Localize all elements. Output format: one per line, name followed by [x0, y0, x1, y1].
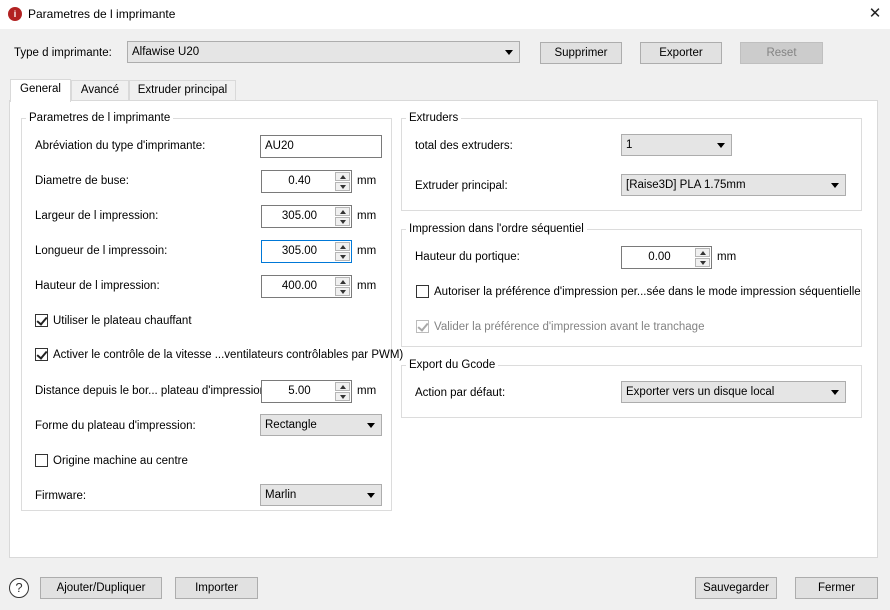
close-window-icon[interactable]: ✕ — [860, 2, 890, 26]
total-extruders-label: total des extruders: — [415, 140, 513, 152]
firmware-label: Firmware: — [35, 490, 87, 502]
fan-speed-checkbox[interactable] — [35, 348, 48, 361]
printer-params-title: Parametres de l imprimante — [26, 112, 174, 124]
export-button[interactable]: Exporter — [640, 42, 722, 64]
spin-down-icon[interactable] — [335, 392, 350, 401]
abbrev-label: Abréviation du type d'imprimante: — [35, 140, 206, 152]
extruders-group — [401, 118, 862, 211]
spin-down-icon[interactable] — [335, 217, 350, 226]
delete-button[interactable]: Supprimer — [540, 42, 622, 64]
spin-up-icon[interactable] — [335, 207, 350, 216]
nozzle-unit: mm — [357, 175, 377, 187]
main-extruder-select[interactable]: [Raise3D] PLA 1.75mm — [621, 174, 846, 196]
chevron-down-icon — [367, 493, 375, 498]
window-title: Parametres de l imprimante — [28, 7, 176, 21]
abbrev-input[interactable]: AU20 — [260, 135, 382, 158]
bed-shape-label: Forme du plateau d'impression: — [35, 420, 196, 432]
sequential-title: Impression dans l'ordre séquentiel — [406, 223, 587, 235]
width-value: 305.00 — [281, 210, 318, 222]
heated-bed-checkbox[interactable] — [35, 314, 48, 327]
spin-up-icon[interactable] — [335, 277, 350, 286]
chevron-down-icon — [717, 143, 725, 148]
chevron-down-icon — [367, 423, 375, 428]
printer-type-label: Type d imprimante: — [14, 47, 112, 59]
bed-shape-select[interactable]: Rectangle — [260, 414, 382, 436]
fan-speed-label: Activer le contrôle de la vitesse ...ven… — [53, 349, 404, 361]
validate-pref-checkbox[interactable] — [416, 320, 429, 333]
spin-down-icon[interactable] — [335, 252, 350, 261]
tab-main-extruder[interactable]: Extruder principal — [129, 80, 236, 100]
spin-up-icon[interactable] — [335, 172, 350, 181]
gantry-height-value: 0.00 — [648, 251, 671, 263]
origin-center-checkbox[interactable] — [35, 454, 48, 467]
edge-distance-unit: mm — [357, 385, 377, 397]
edge-distance-stepper[interactable]: 5.00 — [261, 380, 352, 403]
allow-pref-checkbox[interactable] — [416, 285, 429, 298]
allow-pref-label: Autoriser la préférence d'impression per… — [434, 286, 861, 298]
total-extruders-select[interactable]: 1 — [621, 134, 732, 156]
help-icon[interactable]: ? — [9, 578, 29, 598]
height-unit: mm — [357, 280, 377, 292]
width-unit: mm — [357, 210, 377, 222]
spin-down-icon[interactable] — [335, 182, 350, 191]
edge-distance-value: 5.00 — [288, 385, 311, 397]
import-button[interactable]: Importer — [175, 577, 258, 599]
printer-type-value: Alfawise U20 — [132, 46, 200, 58]
printer-type-select[interactable]: Alfawise U20 — [127, 41, 520, 63]
total-extruders-value: 1 — [626, 139, 633, 151]
spin-up-icon[interactable] — [335, 242, 350, 251]
chevron-down-icon — [505, 50, 513, 55]
width-label: Largeur de l impression: — [35, 210, 159, 222]
default-action-select[interactable]: Exporter vers un disque local — [621, 381, 846, 403]
chevron-down-icon — [831, 390, 839, 395]
default-action-value: Exporter vers un disque local — [626, 386, 775, 398]
firmware-value: Marlin — [265, 489, 297, 501]
validate-pref-label: Valider la préférence d'impression avant… — [434, 321, 705, 333]
extruders-title: Extruders — [406, 112, 462, 124]
gantry-height-label: Hauteur du portique: — [415, 251, 520, 263]
height-stepper[interactable]: 400.00 — [261, 275, 352, 298]
gantry-height-unit: mm — [717, 251, 737, 263]
edge-distance-label: Distance depuis le bor... plateau d'impr… — [35, 385, 270, 397]
save-button[interactable]: Sauvegarder — [695, 577, 777, 599]
main-extruder-value: [Raise3D] PLA 1.75mm — [626, 179, 746, 191]
default-action-label: Action par défaut: — [415, 387, 506, 399]
height-value: 400.00 — [281, 280, 318, 292]
reset-button[interactable]: Reset — [740, 42, 823, 64]
height-label: Hauteur de l impression: — [35, 280, 160, 292]
add-duplicate-button[interactable]: Ajouter/Dupliquer — [40, 577, 162, 599]
gcode-export-title: Export du Gcode — [406, 359, 499, 371]
main-extruder-label: Extruder principal: — [415, 180, 508, 192]
spin-up-icon[interactable] — [695, 248, 710, 257]
spin-up-icon[interactable] — [335, 382, 350, 391]
length-value: 305.00 — [281, 245, 318, 257]
close-button[interactable]: Fermer — [795, 577, 878, 599]
chevron-down-icon — [831, 183, 839, 188]
origin-center-label: Origine machine au centre — [53, 455, 188, 467]
nozzle-value: 0.40 — [288, 175, 311, 187]
gantry-height-stepper[interactable]: 0.00 — [621, 246, 712, 269]
spin-down-icon[interactable] — [695, 258, 710, 267]
tab-advanced[interactable]: Avancé — [71, 80, 129, 100]
bed-shape-value: Rectangle — [265, 419, 317, 431]
length-stepper[interactable]: 305.00 — [261, 240, 352, 263]
nozzle-stepper[interactable]: 0.40 — [261, 170, 352, 193]
firmware-select[interactable]: Marlin — [260, 484, 382, 506]
heated-bed-label: Utiliser le plateau chauffant — [53, 315, 192, 327]
spin-down-icon[interactable] — [335, 287, 350, 296]
tab-general[interactable]: General — [10, 79, 71, 102]
width-stepper[interactable]: 305.00 — [261, 205, 352, 228]
length-unit: mm — [357, 245, 377, 257]
app-logo-icon: i — [8, 7, 22, 21]
length-label: Longueur de l impressoin: — [35, 245, 168, 257]
nozzle-label: Diametre de buse: — [35, 175, 129, 187]
